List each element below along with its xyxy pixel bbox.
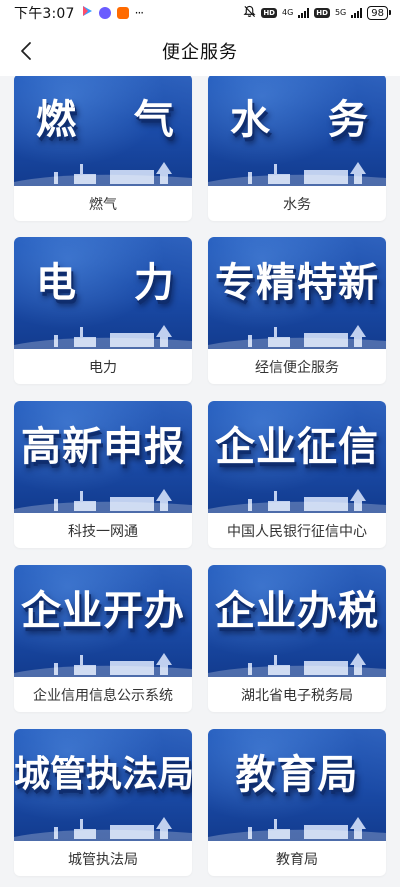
gas-banner: 燃 气	[14, 76, 192, 186]
service-card-specialized[interactable]: 专精特新 经信便企服务	[208, 237, 386, 384]
service-card-electricity[interactable]: 电 力 电力	[14, 237, 192, 384]
service-card-education[interactable]: 教育局 教育局	[208, 729, 386, 876]
banner-text: 高新申报	[21, 424, 185, 470]
app-badge-icon	[98, 7, 111, 19]
service-card-tax[interactable]: 企业办税 湖北省电子税务局	[208, 565, 386, 712]
city-skyline-icon	[14, 653, 192, 677]
banner-text: 企业征信	[215, 424, 379, 470]
specialized-banner: 专精特新	[208, 237, 386, 349]
play-icon	[81, 5, 93, 21]
card-label: 经信便企服务	[255, 359, 339, 376]
city-skyline-icon	[208, 162, 386, 186]
banner-text: 电 力	[36, 260, 192, 306]
banner-text: 专精特新	[215, 260, 379, 306]
credit-banner: 企业征信	[208, 401, 386, 513]
signal-strength-icon-2	[351, 8, 363, 18]
hd-badge-2: HD	[314, 8, 330, 18]
banner-text: 水 务	[230, 97, 386, 143]
tax-banner: 企业办税	[208, 565, 386, 677]
city-skyline-icon	[14, 817, 192, 841]
banner-text: 企业开办	[21, 588, 185, 634]
card-label: 水务	[283, 196, 311, 213]
battery-indicator: 98	[367, 6, 391, 20]
banner-text: 燃 气	[36, 97, 192, 143]
city-skyline-icon	[208, 325, 386, 349]
status-bar: 下午3:07 ··· HD 4G HD 5G 98	[0, 0, 400, 26]
registration-banner: 企业开办	[14, 565, 192, 677]
card-label: 企业信用信息公示系统	[33, 687, 173, 704]
city-skyline-icon	[14, 489, 192, 513]
card-label: 电力	[89, 359, 117, 376]
electricity-banner: 电 力	[14, 237, 192, 349]
city-skyline-icon	[14, 162, 192, 186]
service-card-water[interactable]: 水 务 水务	[208, 76, 386, 221]
banner-text: 城管执法局	[14, 754, 192, 795]
mi-app-icon	[116, 7, 129, 19]
network-4g-label: 4G	[282, 8, 294, 17]
hightech-banner: 高新申报	[14, 401, 192, 513]
navigation-bar: 便企服务	[0, 26, 400, 76]
education-banner: 教育局	[208, 729, 386, 841]
card-label: 燃气	[89, 196, 117, 213]
banner-text: 企业办税	[215, 588, 379, 634]
water-banner: 水 务	[208, 76, 386, 186]
more-notifications-icon: ···	[134, 6, 145, 20]
service-card-hightech[interactable]: 高新申报 科技一网通	[14, 401, 192, 548]
network-5g-label: 5G	[334, 8, 347, 17]
urban-management-banner: 城管执法局	[14, 729, 192, 841]
city-skyline-icon	[14, 325, 192, 349]
service-card-urban-management[interactable]: 城管执法局 城管执法局	[14, 729, 192, 876]
hd-badge: HD	[261, 8, 277, 18]
card-label: 科技一网通	[68, 523, 138, 540]
banner-text: 教育局	[235, 752, 359, 798]
status-time: 下午3:07	[14, 6, 75, 22]
service-card-credit[interactable]: 企业征信 中国人民银行征信中心	[208, 401, 386, 548]
card-label: 城管执法局	[68, 851, 138, 868]
mute-bell-icon	[243, 5, 256, 21]
chevron-left-icon	[21, 42, 31, 60]
card-label: 中国人民银行征信中心	[227, 523, 367, 540]
card-label: 教育局	[276, 851, 318, 868]
services-grid: 燃 气 燃气 水 务 水务 电 力 电力 专精特新 经信便企服务 高新申报 科技…	[0, 76, 400, 887]
city-skyline-icon	[208, 653, 386, 677]
city-skyline-icon	[208, 817, 386, 841]
page-title: 便企服务	[162, 42, 238, 63]
signal-strength-icon	[298, 8, 310, 18]
service-card-gas[interactable]: 燃 气 燃气	[14, 76, 192, 221]
city-skyline-icon	[208, 489, 386, 513]
card-label: 湖北省电子税务局	[241, 687, 353, 704]
service-card-registration[interactable]: 企业开办 企业信用信息公示系统	[14, 565, 192, 712]
back-button[interactable]	[12, 37, 40, 65]
